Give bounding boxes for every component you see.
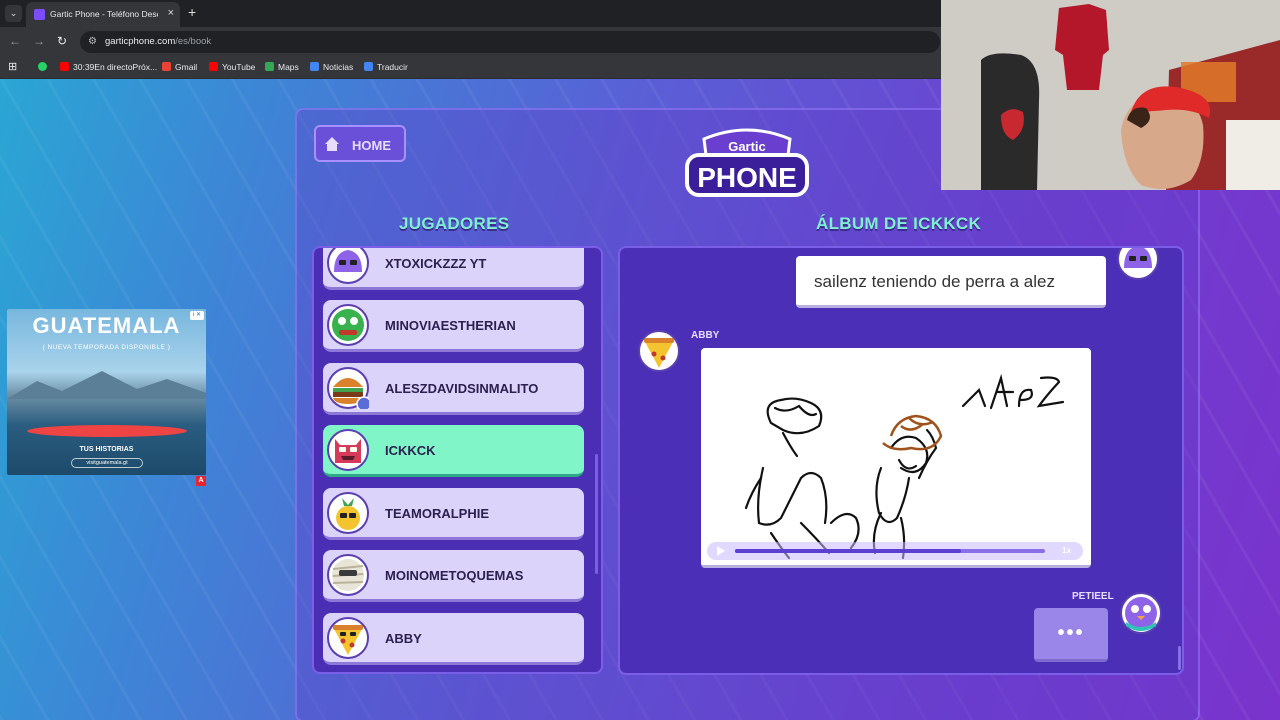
home-label: HOME bbox=[352, 138, 391, 153]
red-devil-avatar bbox=[327, 429, 369, 471]
bookmark-whatsapp[interactable] bbox=[38, 62, 51, 72]
player-card[interactable]: TEAMORALPHIE bbox=[323, 488, 584, 540]
bookmark-translate[interactable]: Traducir bbox=[364, 62, 408, 72]
player-name: MINOVIAESTHERIAN bbox=[385, 318, 516, 333]
player-name: XTOXICKZZZ YT bbox=[385, 256, 487, 271]
close-icon[interactable]: × bbox=[168, 7, 174, 19]
players-title: JUGADORES bbox=[399, 214, 510, 233]
ad-subtitle: ( NUEVA TEMPORADA DISPONIBLE ) bbox=[42, 344, 171, 351]
bookmark-live[interactable]: 30:39En directoPróx... bbox=[60, 62, 157, 72]
caption-text: sailenz teniendo de perra a alez bbox=[814, 272, 1055, 291]
gartic-favicon-icon bbox=[34, 9, 45, 20]
purple-bird-avatar bbox=[1120, 592, 1162, 634]
bookmark-news[interactable]: Noticias bbox=[310, 62, 353, 72]
pineapple-avatar bbox=[327, 492, 369, 534]
maps-icon bbox=[265, 62, 274, 71]
apps-grid-icon[interactable]: ⊞ bbox=[8, 60, 17, 73]
bookmark-label: YouTube bbox=[222, 62, 256, 72]
album-scrollbar[interactable] bbox=[1178, 646, 1181, 670]
bookmark-maps[interactable]: Maps bbox=[265, 62, 299, 72]
pizza-avatar bbox=[638, 330, 680, 372]
drawing-image bbox=[744, 373, 1065, 560]
player-card[interactable]: ABBY bbox=[323, 613, 584, 665]
pizza-avatar bbox=[327, 617, 369, 659]
caption-bubble: sailenz teniendo de perra a alez bbox=[796, 256, 1106, 308]
player-name: ICKKCK bbox=[385, 443, 436, 458]
purple-ghost-avatar bbox=[327, 248, 369, 284]
address-bar[interactable]: ⚙ garticphone.com/es/book bbox=[80, 31, 940, 53]
album-title: ÁLBUM DE ICKKCK bbox=[816, 214, 982, 233]
mountains-image bbox=[7, 371, 206, 399]
reload-icon[interactable]: ↻ bbox=[57, 34, 67, 48]
gartic-phone-logo: Gartic PHONE bbox=[685, 128, 809, 197]
bookmark-label: Maps bbox=[278, 62, 299, 72]
home-button[interactable]: HOME bbox=[314, 125, 406, 162]
replay-progress bbox=[735, 549, 962, 553]
whatsapp-icon bbox=[38, 62, 47, 71]
logo-top-text: Gartic bbox=[728, 139, 766, 154]
forward-icon[interactable]: → bbox=[33, 34, 45, 48]
players-scrollbar[interactable] bbox=[595, 454, 598, 574]
tab-search-button[interactable]: ⌄ bbox=[5, 5, 22, 22]
translate-icon bbox=[364, 62, 373, 71]
drawing-author: ABBY bbox=[691, 330, 720, 341]
bookmark-label: Gmail bbox=[175, 62, 198, 72]
kayak-image bbox=[27, 425, 187, 437]
ad-title: GUATEMALA bbox=[32, 313, 181, 338]
browser-tab[interactable]: Gartic Phone - Teléfono Descon × bbox=[26, 2, 180, 27]
purple-ghost-avatar bbox=[1117, 248, 1159, 280]
replay-track[interactable] bbox=[735, 549, 1045, 553]
site-info-icon[interactable]: ⚙ bbox=[88, 36, 100, 48]
replay-bar[interactable]: 1x bbox=[707, 542, 1083, 560]
mummy-avatar bbox=[327, 554, 369, 596]
back-icon[interactable]: ← bbox=[9, 34, 21, 48]
url-path: /es/book bbox=[175, 36, 212, 47]
bookmark-label: 30:39En directoPróx... bbox=[73, 62, 158, 72]
gmail-icon bbox=[162, 62, 171, 71]
player-name: ALESZDAVIDSINMALITO bbox=[385, 381, 539, 396]
tab-title: Gartic Phone - Teléfono Descon bbox=[50, 9, 158, 19]
burger-avatar bbox=[327, 367, 369, 409]
player-name: ABBY bbox=[385, 631, 422, 646]
green-monster-avatar bbox=[327, 304, 369, 346]
logo-bottom-text: PHONE bbox=[697, 162, 797, 193]
player-card[interactable]: XTOXICKZZZ YT bbox=[323, 248, 584, 290]
player-card-active[interactable]: ICKKCK bbox=[323, 425, 584, 477]
players-list[interactable]: XTOXICKZZZ YT MINOVIAESTHERIAN ALESZDAVI… bbox=[312, 246, 603, 674]
bookmark-gmail[interactable]: Gmail bbox=[162, 62, 197, 72]
bookmark-label: Noticias bbox=[323, 62, 354, 72]
speed-toggle[interactable]: 1x bbox=[1062, 546, 1071, 555]
player-name: TEAMORALPHIE bbox=[385, 506, 489, 521]
youtube-icon bbox=[60, 62, 69, 71]
bookmark-youtube[interactable]: YouTube bbox=[209, 62, 255, 72]
webcam-overlay bbox=[941, 0, 1280, 190]
new-tab-icon[interactable]: + bbox=[188, 4, 196, 20]
youtube-icon bbox=[209, 62, 218, 71]
typing-indicator: ••• bbox=[1034, 608, 1108, 662]
url-host: garticphone.com bbox=[105, 36, 176, 47]
ad-badge: A bbox=[196, 476, 206, 486]
bookmark-label: Traducir bbox=[377, 62, 408, 72]
album-panel[interactable]: sailenz teniendo de perra a alez ABBY 1x… bbox=[618, 246, 1184, 675]
ad-footer: TUS HISTORIAS bbox=[79, 446, 134, 453]
url-text: garticphone.com/es/book bbox=[105, 36, 211, 47]
news-icon bbox=[310, 62, 319, 71]
drawing-canvas: 1x bbox=[701, 348, 1091, 568]
ad-info-icon[interactable]: i ✕ bbox=[190, 311, 204, 320]
player-card[interactable]: MOINOMETOQUEMAS bbox=[323, 550, 584, 602]
home-icon bbox=[325, 137, 339, 151]
webcam-image bbox=[941, 0, 1280, 190]
advertisement-banner[interactable]: GUATEMALA ( NUEVA TEMPORADA DISPONIBLE )… bbox=[7, 309, 206, 475]
player-card[interactable]: ALESZDAVIDSINMALITO bbox=[323, 363, 584, 415]
play-icon[interactable] bbox=[716, 546, 726, 556]
player-card[interactable]: MINOVIAESTHERIAN bbox=[323, 300, 584, 352]
player-name: MOINOMETOQUEMAS bbox=[385, 568, 524, 583]
ad-url: visitguatemala.gt bbox=[71, 458, 143, 468]
next-author: PETIEEL bbox=[1072, 591, 1114, 602]
